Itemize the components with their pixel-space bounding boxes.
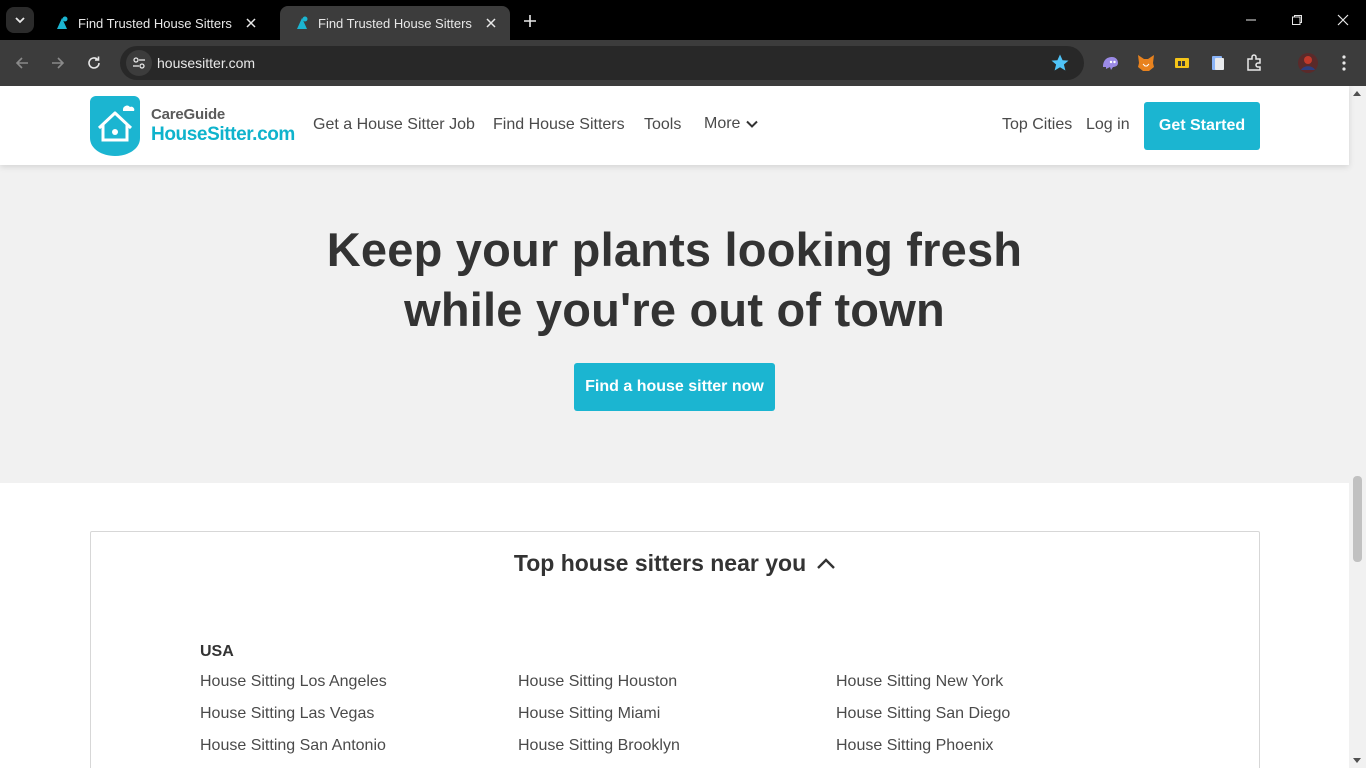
country-label: USA: [200, 643, 234, 660]
plus-icon: [524, 15, 536, 27]
nav-top-cities[interactable]: Top Cities: [1002, 116, 1072, 134]
nav-more-label: More: [704, 115, 741, 132]
site-header: CareGuide HouseSitter.com Get a House Si…: [0, 86, 1349, 165]
chevron-down-icon: [746, 120, 759, 128]
yellow-extension-icon[interactable]: [1171, 52, 1193, 74]
nav-get-job[interactable]: Get a House Sitter Job: [313, 116, 475, 134]
city-link[interactable]: House Sitting San Diego: [836, 704, 1010, 736]
scroll-up-arrow-icon[interactable]: [1353, 91, 1361, 96]
kebab-menu-icon: [1342, 55, 1346, 71]
city-link[interactable]: House Sitting Las Vegas: [200, 704, 387, 736]
scrollbar-thumb[interactable]: [1353, 476, 1362, 562]
tab-title: Find Trusted House Sitters | Hou: [318, 15, 476, 31]
get-started-button[interactable]: Get Started: [1144, 102, 1260, 150]
forward-button[interactable]: [44, 49, 72, 77]
close-window-button[interactable]: [1320, 0, 1366, 40]
close-tab-icon[interactable]: [482, 14, 500, 32]
city-link[interactable]: House Sitting Miami: [518, 704, 680, 736]
city-link[interactable]: House Sitting Brooklyn: [518, 736, 680, 768]
nav-tools[interactable]: Tools: [644, 116, 681, 134]
reload-button[interactable]: [80, 49, 108, 77]
find-house-sitter-button[interactable]: Find a house sitter now: [574, 363, 775, 411]
arrow-right-icon: [52, 57, 65, 69]
site-info-button[interactable]: [126, 50, 152, 76]
hero-heading: Keep your plants looking fresh while you…: [0, 220, 1349, 340]
restore-button[interactable]: [1274, 0, 1320, 40]
restore-icon: [1292, 15, 1302, 25]
city-column-3: House Sitting New York House Sitting San…: [836, 672, 1010, 768]
city-column-1: House Sitting Los Angeles House Sitting …: [200, 672, 387, 768]
metamask-fox-icon[interactable]: [1135, 52, 1157, 74]
close-tab-icon[interactable]: [242, 14, 260, 32]
browser-tab-1[interactable]: Find Trusted House Sitters | Hou: [40, 6, 270, 40]
close-icon: [1337, 14, 1349, 26]
logo-text-top: CareGuide: [151, 106, 226, 123]
hero-heading-line-1: Keep your plants looking fresh: [326, 223, 1023, 276]
tab-search-button[interactable]: [6, 7, 34, 33]
house-logo-icon: [90, 96, 140, 156]
reload-icon: [88, 56, 100, 69]
browser-tab-2[interactable]: Find Trusted House Sitters | Hou: [280, 6, 510, 40]
city-link[interactable]: House Sitting Los Angeles: [200, 672, 387, 704]
nav-find-sitters[interactable]: Find House Sitters: [493, 116, 625, 134]
site-logo[interactable]: CareGuide HouseSitter.com: [90, 96, 295, 156]
login-link[interactable]: Log in: [1086, 116, 1130, 134]
city-link[interactable]: House Sitting Houston: [518, 672, 680, 704]
hero-heading-line-2: while you're out of town: [404, 283, 945, 336]
city-link[interactable]: House Sitting San Antonio: [200, 736, 387, 768]
extensions-puzzle-icon[interactable]: [1243, 52, 1265, 74]
scroll-down-arrow-icon[interactable]: [1353, 758, 1361, 763]
browser-tab-bar: Find Trusted House Sitters | Hou Find Tr…: [0, 0, 1366, 40]
housesitter-favicon-icon: [57, 16, 68, 29]
nav-more-dropdown[interactable]: More: [704, 115, 759, 133]
new-tab-button[interactable]: [518, 10, 542, 32]
url-text[interactable]: housesitter.com: [157, 55, 255, 71]
top-cities-card: Top house sitters near you USA House Sit…: [90, 531, 1260, 768]
tune-icon: [133, 57, 145, 69]
address-bar[interactable]: housesitter.com: [120, 46, 1084, 80]
hero-section: Keep your plants looking fresh while you…: [0, 165, 1349, 483]
profile-avatar[interactable]: [1297, 52, 1319, 74]
logo-text-bottom: HouseSitter.com: [151, 124, 295, 145]
browser-menu-button[interactable]: [1333, 52, 1355, 74]
back-button[interactable]: [8, 49, 36, 77]
top-cities-toggle[interactable]: Top house sitters near you: [91, 550, 1259, 577]
city-link[interactable]: House Sitting Phoenix: [836, 736, 1010, 768]
docs-extension-icon[interactable]: [1207, 52, 1229, 74]
arrow-left-icon: [15, 57, 28, 69]
minimize-button[interactable]: [1228, 0, 1274, 40]
housesitter-favicon-icon: [297, 16, 308, 29]
bookmark-star-icon[interactable]: [1050, 53, 1070, 78]
chevron-up-icon: [817, 557, 835, 569]
chevron-down-icon: [15, 17, 25, 24]
city-column-2: House Sitting Houston House Sitting Miam…: [518, 672, 680, 768]
ghost-extension-icon[interactable]: [1099, 52, 1121, 74]
tab-title: Find Trusted House Sitters | Hou: [78, 15, 236, 31]
page-scrollbar[interactable]: [1349, 86, 1366, 768]
minimize-icon: [1246, 19, 1256, 21]
browser-toolbar: housesitter.com: [0, 40, 1366, 113]
city-link[interactable]: House Sitting New York: [836, 672, 1010, 704]
top-cities-heading: Top house sitters near you: [513, 550, 807, 576]
page-viewport: CareGuide HouseSitter.com Get a House Si…: [0, 86, 1366, 768]
